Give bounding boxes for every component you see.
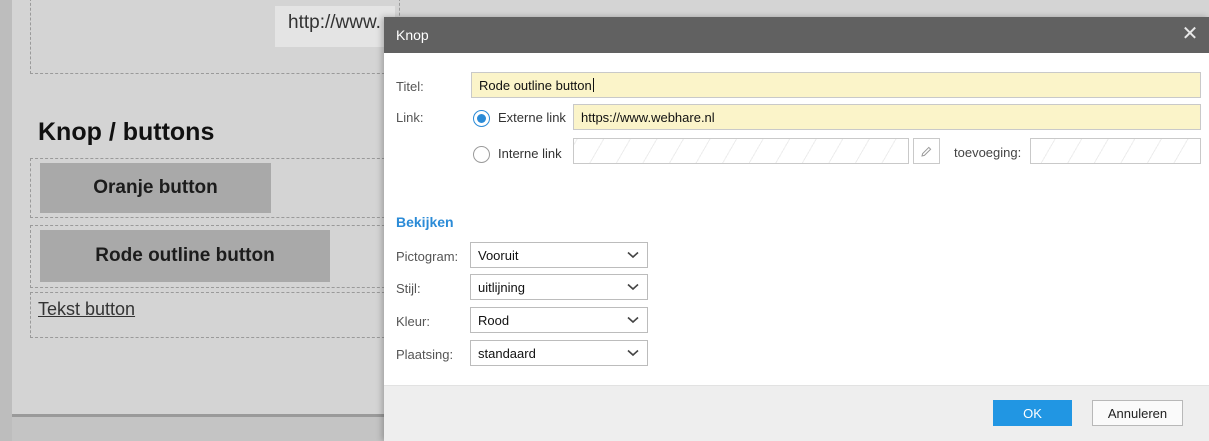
addition-label: toevoeging: [954, 145, 1022, 160]
page-left-edge [0, 0, 12, 441]
dialog-titlebar: Knop ✕ [384, 17, 1209, 53]
external-link-radio[interactable] [473, 110, 490, 127]
title-input-value: Rode outline button [479, 78, 592, 93]
style-select-value: uitlijning [478, 280, 525, 295]
text-cursor [592, 78, 594, 92]
section-heading: Knop / buttons [38, 118, 215, 146]
external-link-input[interactable]: https://www.webhare.nl [573, 104, 1201, 130]
view-section-title: Bekijken [396, 214, 454, 230]
close-icon[interactable]: ✕ [1181, 24, 1199, 44]
color-select[interactable]: Rood [470, 307, 648, 333]
addition-input[interactable] [1030, 138, 1201, 164]
orange-button-preview[interactable]: Oranje button [40, 163, 271, 213]
icon-row-label: Pictogram: [396, 249, 459, 264]
chevron-down-icon [627, 316, 639, 324]
internal-link-label[interactable]: Interne link [498, 146, 562, 161]
red-outline-button-preview[interactable]: Rode outline button [40, 230, 330, 282]
link-label: Link: [396, 110, 424, 125]
dialog-title: Knop [396, 27, 429, 43]
icon-select-value: Vooruit [478, 248, 519, 263]
pencil-icon[interactable] [913, 138, 940, 164]
chevron-down-icon [627, 283, 639, 291]
placement-row-label: Plaatsing: [396, 347, 454, 362]
cancel-button[interactable]: Annuleren [1092, 400, 1183, 426]
chevron-down-icon [627, 251, 639, 259]
chevron-down-icon [627, 349, 639, 357]
title-input[interactable]: Rode outline button [471, 72, 1201, 98]
dialog-footer [384, 385, 1209, 441]
title-label: Titel: [396, 79, 424, 94]
button-dialog: Knop ✕ Titel: Rode outline button Link: … [384, 17, 1209, 441]
ok-button[interactable]: OK [993, 400, 1072, 426]
placement-select-value: standaard [478, 346, 536, 361]
url-text: http://www. [288, 12, 381, 33]
external-link-label[interactable]: Externe link [498, 110, 566, 125]
internal-link-input[interactable] [573, 138, 909, 164]
pencil-icon-glyph [921, 146, 932, 157]
placement-select[interactable]: standaard [470, 340, 648, 366]
style-select[interactable]: uitlijning [470, 274, 648, 300]
color-row-label: Kleur: [396, 314, 430, 329]
internal-link-radio[interactable] [473, 146, 490, 163]
page-bottom-edge [12, 414, 392, 441]
icon-select[interactable]: Vooruit [470, 242, 648, 268]
color-select-value: Rood [478, 313, 510, 328]
style-row-label: Stijl: [396, 281, 421, 296]
text-button-preview[interactable]: Tekst button [38, 299, 135, 320]
